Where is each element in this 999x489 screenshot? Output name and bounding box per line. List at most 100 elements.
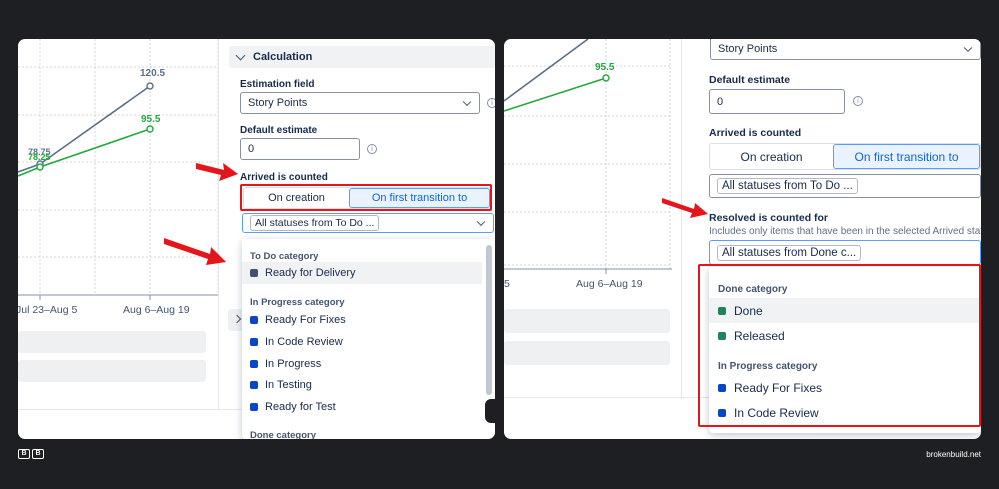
chevron-down-icon [235,50,246,61]
default-estimate-value: 0 [717,95,724,108]
arrived-segmented-control: On creation On first transition to [709,143,981,170]
arrived-counted-label: Arrived is counted [240,172,328,183]
status-square-icon [718,408,726,417]
default-estimate-input[interactable]: 0 [240,138,360,160]
item-label: In Progress [265,358,322,370]
point-gray-2 [146,82,154,90]
statuses-dropdown: To Do category Ready for Delivery In Pro… [242,239,495,439]
placeholder-bar [18,360,206,382]
red-arrow-icon [164,238,226,265]
series-green-line [504,77,607,112]
red-arrow-icon [196,163,238,181]
dropdown-item-ready-for-delivery[interactable]: Ready for Delivery [242,262,482,284]
item-label: Ready for Test [265,401,336,413]
logo-letter: B [32,449,44,459]
placeholder-bar [504,309,670,333]
chevron-down-icon [963,43,973,53]
info-icon[interactable]: i [487,98,495,108]
estimation-field-label: Estimation field [240,79,315,90]
status-square-icon [718,306,726,315]
item-label: Ready for Delivery [265,267,356,279]
info-icon[interactable]: i [853,96,863,106]
dropdown-item-done[interactable]: Done [709,298,981,323]
dropdown-item-ready-for-fixes[interactable]: Ready For Fixes [709,375,822,400]
default-estimate-value: 0 [248,143,255,155]
arrived-counted-label: Arrived is counted [709,127,802,139]
dropdown-item-ready-for-fixes[interactable]: Ready For Fixes [242,309,346,331]
estimation-field-select[interactable]: Story Points [240,92,480,114]
item-label: Done [734,303,763,318]
dropdown-category: Done category [250,430,316,439]
left-panel: 120.5 95.5 78.75 78.25 Jul 23–Aug 5 Aug … [18,39,495,439]
item-label: Ready For Fixes [734,380,823,395]
point-green-2 [602,74,610,82]
seg-first-transition[interactable]: On first transition to [349,188,490,208]
resolved-dropdown: Done category Done Released In Progress … [709,267,981,433]
side-handle[interactable] [485,399,495,423]
right-panel: 95.5 5 Aug 6–Aug 19 Story Points Default… [504,39,981,439]
default-estimate-label: Default estimate [709,74,791,86]
x-tick-1: 5 [504,278,510,290]
status-square-icon [250,360,258,368]
dropdown-item-in-progress[interactable]: In Progress [242,353,321,375]
scrollbar[interactable] [486,245,492,395]
resolved-statuses-select[interactable]: All statuses from Done c... [709,240,981,265]
arrived-statuses-select[interactable]: All statuses from To Do ... [709,174,981,198]
x-tick-1: Jul 23–Aug 5 [18,304,78,316]
point-green-1 [36,163,44,171]
chevron-down-icon [476,217,486,227]
item-label: In Testing [265,379,312,391]
item-label: Ready For Fixes [265,314,346,326]
logo-letter: B [18,449,30,459]
calculation-section-header[interactable]: Calculation [229,46,495,68]
dropdown-category: Done category [718,284,788,295]
dropdown-item-in-code-review[interactable]: In Code Review [242,331,343,353]
status-square-icon [718,331,726,340]
status-square-icon [250,381,258,389]
status-square-icon [250,316,258,324]
chart-right [504,39,672,274]
chevron-down-icon [462,97,472,107]
seg-on-creation[interactable]: On creation [710,144,833,169]
dropdown-item-in-testing[interactable]: In Testing [242,374,312,396]
dropdown-category: To Do category [250,251,319,262]
status-square-icon [250,403,258,411]
estimation-field-value: Story Points [718,43,778,55]
estimation-field-select[interactable]: Story Points [710,39,981,60]
dropdown-category: In Progress category [250,297,345,308]
status-square-icon [250,338,258,346]
brand-logo: B B [18,449,44,459]
arrived-statuses-select[interactable]: All statuses from To Do ... [242,213,494,233]
item-label: Released [734,328,785,343]
default-estimate-input[interactable]: 0 [709,89,845,114]
item-label: In Code Review [734,405,819,420]
x-tick-2: Aug 6–Aug 19 [576,278,643,290]
default-estimate-label: Default estimate [240,125,318,136]
placeholder-bar [18,331,206,353]
resolved-counted-label: Resolved is counted for [709,212,829,224]
data-label-green: 95.5 [141,114,161,125]
dropdown-item-in-code-review[interactable]: In Code Review [709,400,819,425]
dropdown-category: In Progress category [718,361,818,372]
statuses-chip: All statuses from To Do ... [717,178,858,194]
resolved-help-text: Includes only items that have been in th… [709,226,981,237]
status-square-icon [250,269,258,277]
status-square-icon [718,383,726,392]
point-green-2 [146,125,154,133]
arrived-segmented-control: On creation On first transition to [243,187,491,209]
dropdown-item-released[interactable]: Released [709,323,785,348]
site-url: brokenbuild.net [926,450,981,459]
info-icon[interactable]: i [367,144,377,154]
dropdown-item-ready-for-test[interactable]: Ready for Test [242,396,336,418]
seg-first-transition[interactable]: On first transition to [833,144,980,169]
resolved-chip: All statuses from Done c... [717,244,862,261]
statuses-chip: All statuses from To Do ... [250,215,380,231]
section-title: Calculation [253,51,313,63]
data-label-green: 95.5 [595,62,615,73]
placeholder-bar [504,341,670,365]
divider [218,39,219,409]
seg-on-creation[interactable]: On creation [244,188,349,208]
data-label-top: 120.5 [140,68,166,79]
data-label-overlap-b: 78.25 [28,152,51,162]
series-gray-line [504,39,589,102]
